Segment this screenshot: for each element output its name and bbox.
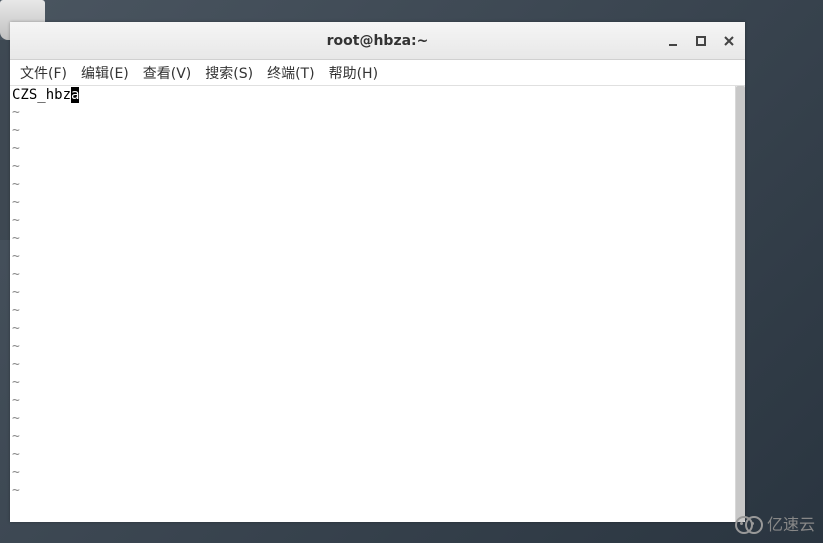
menu-help[interactable]: 帮助(H) <box>325 61 382 85</box>
vim-tilde-line: ~ <box>10 104 735 122</box>
vim-tilde-line: ~ <box>10 464 735 482</box>
vim-tilde-line: ~ <box>10 284 735 302</box>
menu-file[interactable]: 文件(F) <box>16 61 71 85</box>
close-button[interactable] <box>721 33 737 49</box>
vim-tilde-line: ~ <box>10 248 735 266</box>
vim-tilde-line: ~ <box>10 428 735 446</box>
vim-tilde-line: ~ <box>10 266 735 284</box>
editor-cursor: a <box>71 87 79 103</box>
minimize-button[interactable] <box>665 33 681 49</box>
maximize-icon <box>695 35 707 47</box>
menu-search[interactable]: 搜索(S) <box>201 61 257 85</box>
vim-tilde-line: ~ <box>10 302 735 320</box>
close-icon <box>723 35 735 47</box>
scroll-thumb[interactable] <box>736 86 745 522</box>
menu-view[interactable]: 查看(V) <box>139 61 196 85</box>
scrollbar[interactable] <box>735 86 745 522</box>
watermark-text: 亿速云 <box>767 511 815 535</box>
watermark: 亿速云 <box>735 511 815 535</box>
vim-tilde-line: ~ <box>10 356 735 374</box>
terminal-content[interactable]: CZS_hbza ~~~~~~~~~~~~~~~~~~~~~~ <box>10 86 745 522</box>
vim-tilde-line: ~ <box>10 194 735 212</box>
window-controls <box>665 22 737 59</box>
vim-tilde-line: ~ <box>10 212 735 230</box>
terminal-window: root@hbza:~ 文件(F) 编辑(E) 查看(V) <box>10 22 745 522</box>
vim-tilde-line: ~ <box>10 230 735 248</box>
vim-tilde-line: ~ <box>10 446 735 464</box>
vim-tilde-line: ~ <box>10 374 735 392</box>
vim-tilde-line: ~ <box>10 158 735 176</box>
vim-tilde-line: ~ <box>10 122 735 140</box>
editor-text: CZS_hbz <box>12 87 71 103</box>
window-title: root@hbza:~ <box>327 33 429 49</box>
menubar: 文件(F) 编辑(E) 查看(V) 搜索(S) 终端(T) 帮助(H) <box>10 60 745 86</box>
vim-tilde-line: ~ <box>10 320 735 338</box>
vim-tilde-line: ~ <box>10 176 735 194</box>
vim-tilde-line: ~ <box>10 482 735 500</box>
vim-tilde-line: ~ <box>10 338 735 356</box>
minimize-icon <box>667 35 679 47</box>
editor-area[interactable]: CZS_hbza ~~~~~~~~~~~~~~~~~~~~~~ <box>10 86 735 522</box>
menu-terminal[interactable]: 终端(T) <box>263 61 318 85</box>
vim-tilde-line: ~ <box>10 410 735 428</box>
vim-tilde-line: ~ <box>10 140 735 158</box>
watermark-logo-icon <box>735 514 763 532</box>
titlebar: root@hbza:~ <box>10 22 745 60</box>
editor-first-line: CZS_hbza <box>10 86 735 104</box>
vim-tilde-line: ~ <box>10 392 735 410</box>
menu-edit[interactable]: 编辑(E) <box>77 61 133 85</box>
maximize-button[interactable] <box>693 33 709 49</box>
